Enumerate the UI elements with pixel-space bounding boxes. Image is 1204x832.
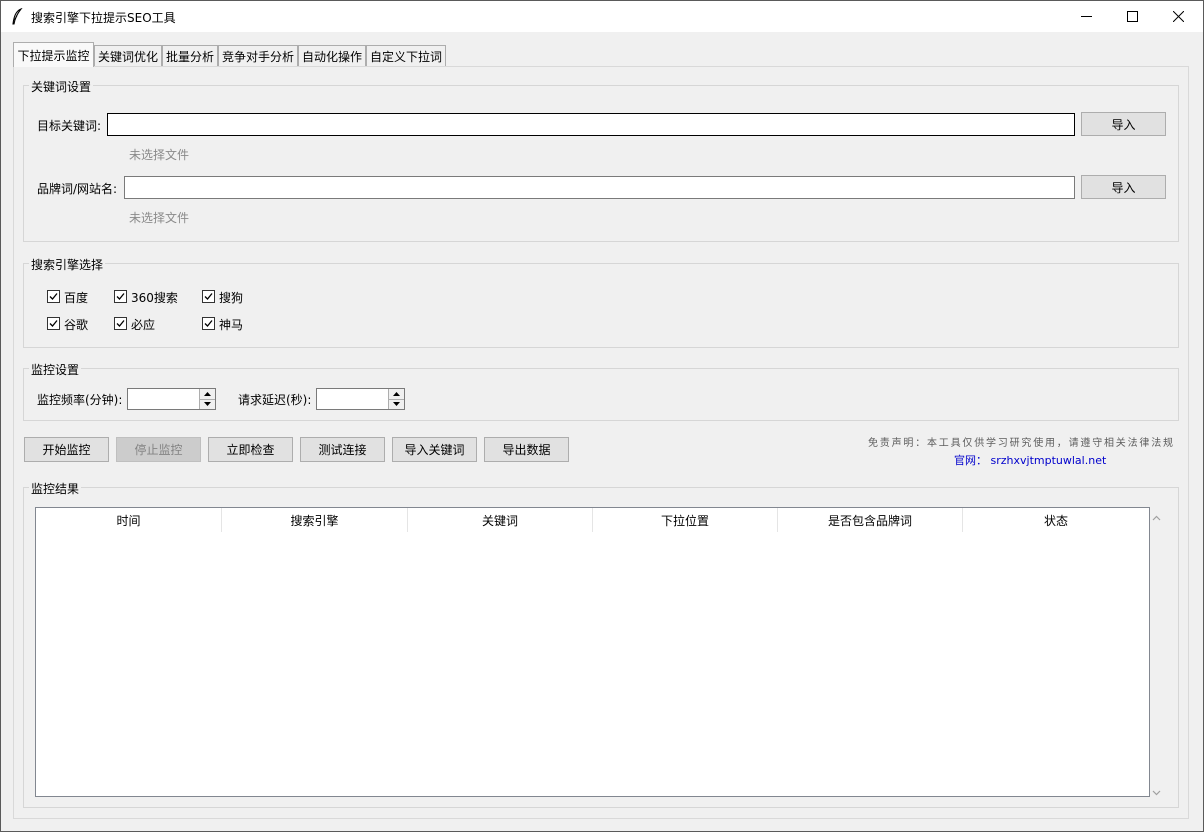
engine-selection-group bbox=[23, 263, 1179, 348]
shenma-label: 神马 bbox=[219, 318, 244, 332]
google-label: 谷歌 bbox=[64, 318, 89, 332]
results-table[interactable]: 时间 搜索引擎 关键词 下拉位置 是否包含品牌词 状态 bbox=[35, 507, 1150, 797]
results-title: 监控结果 bbox=[29, 480, 82, 497]
stop-monitor-button[interactable]: 停止监控 bbox=[116, 437, 201, 462]
delay-spinbox[interactable] bbox=[316, 388, 405, 410]
column-header-keyword[interactable]: 关键词 bbox=[408, 508, 593, 532]
check-icon bbox=[49, 293, 58, 300]
official-site-line: 官网： srzhxvjtmptuwlal.net bbox=[954, 452, 1106, 468]
check-icon bbox=[116, 293, 125, 300]
arrow-up-icon bbox=[393, 391, 400, 396]
window-title: 搜索引擎下拉提示SEO工具 bbox=[31, 11, 176, 25]
official-site-label: 官网： bbox=[954, 454, 987, 467]
so360-label: 360搜索 bbox=[131, 291, 178, 305]
column-header-engine[interactable]: 搜索引擎 bbox=[222, 508, 408, 532]
column-header-status[interactable]: 状态 bbox=[963, 508, 1149, 532]
check-icon bbox=[49, 320, 58, 327]
engine-selection-title: 搜索引擎选择 bbox=[29, 256, 106, 273]
bing-checkbox[interactable] bbox=[114, 317, 127, 330]
frequency-spinbox[interactable] bbox=[127, 388, 216, 410]
frequency-label: 监控频率(分钟): bbox=[37, 393, 123, 407]
delay-label: 请求延迟(秒): bbox=[238, 393, 312, 407]
column-header-position[interactable]: 下拉位置 bbox=[593, 508, 778, 532]
feather-icon bbox=[12, 8, 23, 25]
delay-down-button[interactable] bbox=[388, 398, 404, 409]
column-header-contains-brand[interactable]: 是否包含品牌词 bbox=[778, 508, 963, 532]
scroll-up-button[interactable] bbox=[1152, 510, 1161, 524]
brand-word-input[interactable] bbox=[124, 176, 1075, 199]
minimize-icon bbox=[1081, 15, 1092, 17]
baidu-checkbox[interactable] bbox=[47, 290, 60, 303]
arrow-down-icon bbox=[204, 402, 211, 407]
close-icon bbox=[1173, 10, 1184, 22]
tab-keyword-optimization[interactable]: 关键词优化 bbox=[94, 45, 162, 66]
delay-up-button[interactable] bbox=[388, 389, 404, 399]
minimize-button[interactable] bbox=[1064, 1, 1109, 31]
frequency-down-button[interactable] bbox=[199, 398, 215, 409]
sogou-label: 搜狗 bbox=[219, 291, 244, 305]
check-icon bbox=[116, 320, 125, 327]
chevron-up-icon bbox=[1152, 515, 1161, 521]
disclaimer-text: 免责声明：本工具仅供学习研究使用，请遵守相关法律法规 bbox=[868, 438, 1175, 449]
title-bar: 搜索引擎下拉提示SEO工具 bbox=[1, 1, 1203, 32]
check-icon bbox=[204, 320, 213, 327]
baidu-label: 百度 bbox=[64, 291, 89, 305]
brand-word-label: 品牌词/网站名: bbox=[37, 182, 118, 196]
arrow-up-icon bbox=[204, 391, 211, 396]
tab-competitor-analysis[interactable]: 竞争对手分析 bbox=[218, 45, 298, 66]
monitor-settings-title: 监控设置 bbox=[29, 361, 82, 378]
chevron-down-icon bbox=[1152, 790, 1161, 796]
google-checkbox[interactable] bbox=[47, 317, 60, 330]
frequency-spin-buttons bbox=[199, 389, 215, 409]
brand-file-status: 未选择文件 bbox=[129, 211, 190, 225]
scroll-down-button[interactable] bbox=[1152, 785, 1161, 799]
target-keyword-label: 目标关键词: bbox=[37, 119, 102, 133]
delay-spin-buttons bbox=[388, 389, 404, 409]
bing-label: 必应 bbox=[131, 318, 156, 332]
start-monitor-button[interactable]: 开始监控 bbox=[24, 437, 109, 462]
tab-custom-dropdown[interactable]: 自定义下拉词 bbox=[366, 45, 446, 66]
maximize-icon bbox=[1127, 10, 1138, 22]
tab-batch-analysis[interactable]: 批量分析 bbox=[162, 45, 218, 66]
tab-automation[interactable]: 自动化操作 bbox=[298, 45, 366, 66]
so360-checkbox[interactable] bbox=[114, 290, 127, 303]
target-keyword-input[interactable] bbox=[107, 113, 1075, 136]
frequency-up-button[interactable] bbox=[199, 389, 215, 399]
close-button[interactable] bbox=[1156, 1, 1201, 31]
shenma-checkbox[interactable] bbox=[202, 317, 215, 330]
import-keywords-button[interactable]: 导入关键词 bbox=[392, 437, 477, 462]
export-data-button[interactable]: 导出数据 bbox=[484, 437, 569, 462]
maximize-button[interactable] bbox=[1110, 1, 1155, 31]
sogou-checkbox[interactable] bbox=[202, 290, 215, 303]
keyword-settings-group bbox=[23, 85, 1179, 242]
check-now-button[interactable]: 立即检查 bbox=[208, 437, 293, 462]
tab-dropdown-monitor[interactable]: 下拉提示监控 bbox=[13, 42, 94, 67]
column-header-time[interactable]: 时间 bbox=[36, 508, 222, 532]
import-brand-word-button[interactable]: 导入 bbox=[1081, 175, 1166, 199]
official-site-link[interactable]: srzhxvjtmptuwlal.net bbox=[991, 454, 1107, 467]
target-file-status: 未选择文件 bbox=[129, 148, 190, 162]
import-target-keyword-button[interactable]: 导入 bbox=[1081, 112, 1166, 136]
check-icon bbox=[204, 293, 213, 300]
keyword-settings-title: 关键词设置 bbox=[29, 78, 94, 95]
arrow-down-icon bbox=[393, 402, 400, 407]
test-connection-button[interactable]: 测试连接 bbox=[300, 437, 385, 462]
